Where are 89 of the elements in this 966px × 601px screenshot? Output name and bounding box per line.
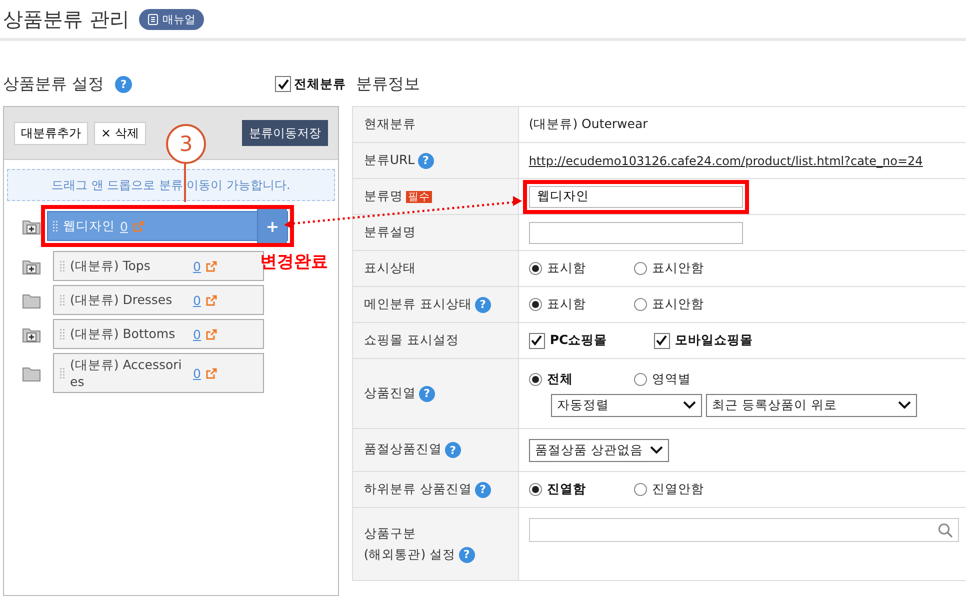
input-field[interactable]: 웹디자인 [528,186,743,208]
field-value: (대분류) Outerwear [528,116,648,131]
category-name: 웹디자인 [63,218,115,234]
help-icon[interactable]: ? [458,546,475,563]
field-label: 하위분류 상품진열 [364,481,472,496]
checkbox-label: 모바일쇼핑몰 [674,332,753,349]
chevron-down-icon [682,401,696,409]
add-subcategory-button[interactable]: + [257,209,287,243]
radio-button[interactable] [634,298,647,311]
category-name: (대분류) Dresses [70,292,174,308]
help-icon[interactable]: ? [444,442,461,458]
delete-button[interactable]: × 삭제 [94,122,146,144]
checkbox[interactable] [528,332,545,348]
help-icon[interactable]: ? [474,296,491,313]
folder-icon[interactable] [22,326,41,342]
chevron-down-icon [898,401,911,409]
tree-item[interactable]: 웹디자인 0 + [47,211,288,241]
checkbox[interactable] [275,76,291,92]
radio-label: 영역별 [652,370,691,388]
external-link-icon[interactable] [206,260,217,272]
product-count-link[interactable]: 0 [193,258,201,274]
field-label: 상품구분 (해외통관) 설정 [364,526,456,562]
page-title: 상품분류 관리 [3,6,130,32]
folder-icon[interactable] [22,258,41,274]
folder-icon[interactable] [22,218,41,234]
tree-item[interactable]: (대분류) Bottoms 0 [53,319,264,349]
help-icon[interactable]: ? [115,76,132,92]
external-link-icon[interactable] [206,294,217,306]
field-label: 쇼핑몰 표시설정 [364,332,459,348]
category-name: (대분류) Tops [70,258,152,274]
help-icon[interactable]: ? [418,386,435,402]
external-link-icon[interactable] [206,368,217,378]
drag-handle-icon[interactable] [53,220,58,232]
drag-handle-icon[interactable] [60,367,65,379]
radio-button[interactable] [634,483,647,496]
category-name: (대분류) Accessories [70,357,183,389]
search-field[interactable] [528,518,959,542]
field-label: 메인분류 표시상태 [364,296,472,312]
field-label: 분류명 [364,188,403,204]
checkbox-label: 전체분류 [294,76,346,92]
leader-line [184,162,186,202]
radio-button[interactable] [528,372,542,386]
field-label: 상품진열 [364,385,416,400]
external-link-icon[interactable] [206,328,217,340]
section-title: 분류정보 [356,74,420,94]
radio-button[interactable] [528,262,542,275]
dropdown[interactable]: 자동정렬 [550,394,702,416]
help-icon[interactable]: ? [418,152,434,169]
manual-button[interactable]: 매뉴얼 [139,8,204,30]
search-icon [938,522,953,538]
drag-handle-icon[interactable] [60,260,65,272]
add-category-button[interactable]: 대분류추가 [14,122,88,144]
chevron-down-icon [650,446,663,454]
radio-label: 표시함 [546,296,586,313]
radio-label: 표시함 [546,260,586,277]
tree-item[interactable]: (대분류) Dresses 0 [53,285,264,315]
radio-label: 진열함 [546,481,586,498]
category-name: (대분류) Bottoms [70,326,176,342]
field-label: 분류설명 [364,224,416,240]
radio-label: 진열안함 [652,481,704,498]
radio-button[interactable] [634,262,647,275]
product-count-link[interactable]: 0 [120,218,128,234]
help-icon[interactable]: ? [474,482,491,498]
save-move-button[interactable]: 분류이동저장 [242,120,328,146]
radio-label: 전체 [546,370,573,388]
field-label: 분류URL [364,152,415,168]
checkbox[interactable] [654,332,670,348]
product-count-link[interactable]: 0 [193,292,201,308]
radio-button[interactable] [528,298,542,311]
field-label: 현재분류 [364,116,416,132]
field-label: 표시상태 [364,260,416,276]
input-field[interactable] [528,222,743,244]
required-badge: 필수 [406,190,432,203]
product-count-link[interactable]: 0 [193,366,201,380]
product-count-link[interactable]: 0 [193,326,201,342]
checkbox-label: PC쇼핑몰 [550,332,608,349]
document-icon [148,14,158,24]
section-title: 상품분류 설정 [3,74,104,94]
drag-hint: 드래그 앤 드롭으로 분류 이동이 가능합니다. [7,169,335,201]
dropdown[interactable]: 품절상품 상관없음 [528,438,669,462]
drag-handle-icon[interactable] [60,294,65,306]
drag-handle-icon[interactable] [60,328,65,340]
radio-label: 표시안함 [652,260,704,277]
radio-label: 표시안함 [652,296,704,313]
field-label: 품절상품진열 [364,442,442,457]
radio-button[interactable] [528,483,542,496]
radio-button[interactable] [634,372,647,386]
category-url-link[interactable]: http://ecudemo103126.cafe24.com/product/list.html?cate_no=24 [528,154,923,168]
dropdown[interactable]: 최근 등록상품이 위로 [706,394,917,416]
